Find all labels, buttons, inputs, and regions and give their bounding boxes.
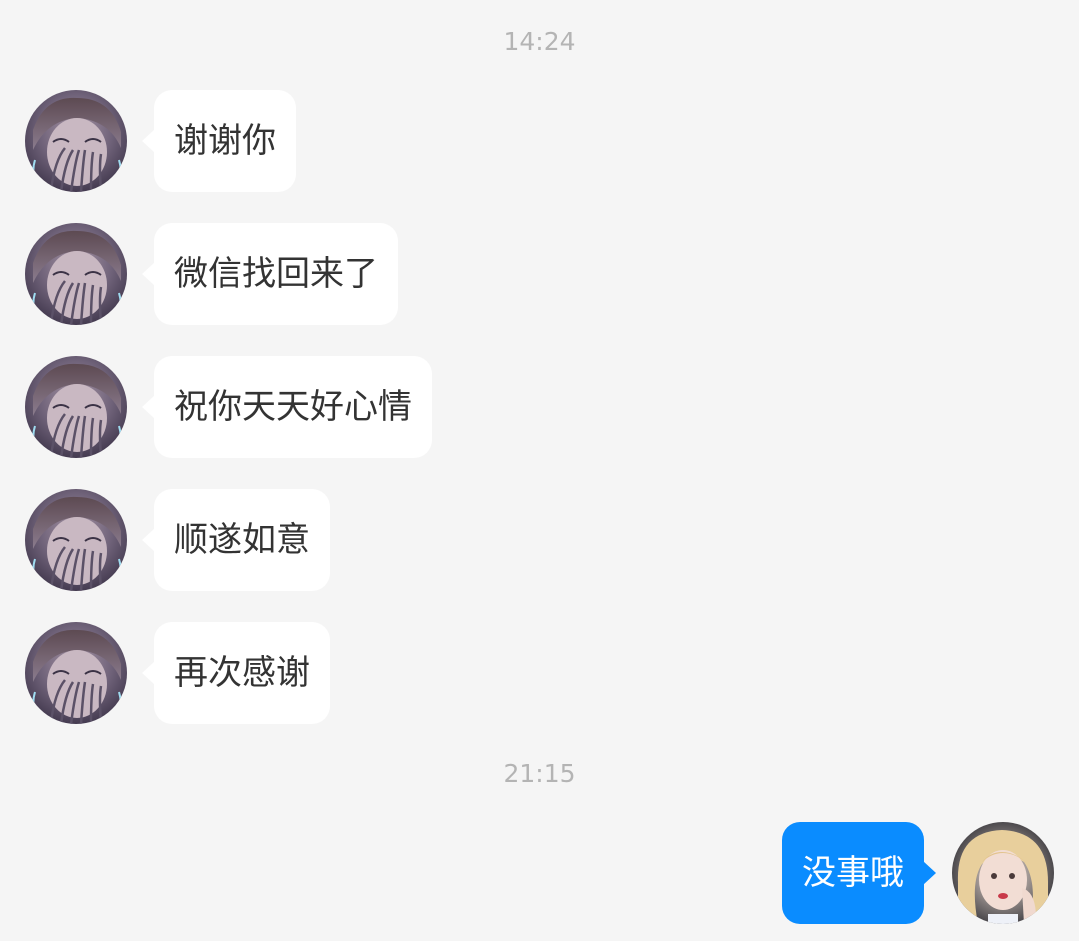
chat-window: 14:24 谢谢你 微信找回来了 祝你天天好心情 顺遂如意 再次感谢 21:15… [0,0,1079,941]
message-bubble-incoming[interactable]: 顺遂如意 [142,489,330,591]
message-bubble-outgoing[interactable]: 没事哦 [782,822,936,924]
timestamp: 14:24 [503,27,576,56]
contact-avatar-icon[interactable] [25,489,127,591]
self-avatar-icon[interactable] [952,822,1054,924]
message-bubble-incoming[interactable]: 祝你天天好心情 [142,356,432,458]
contact-avatar-icon[interactable] [25,223,127,325]
contact-avatar-icon[interactable] [25,622,127,724]
message-bubble-incoming[interactable]: 谢谢你 [142,90,296,192]
contact-avatar-icon[interactable] [25,90,127,192]
timestamp: 21:15 [503,759,576,788]
message-bubble-incoming[interactable]: 微信找回来了 [142,223,398,325]
contact-avatar-icon[interactable] [25,356,127,458]
message-bubble-incoming[interactable]: 再次感谢 [142,622,330,724]
